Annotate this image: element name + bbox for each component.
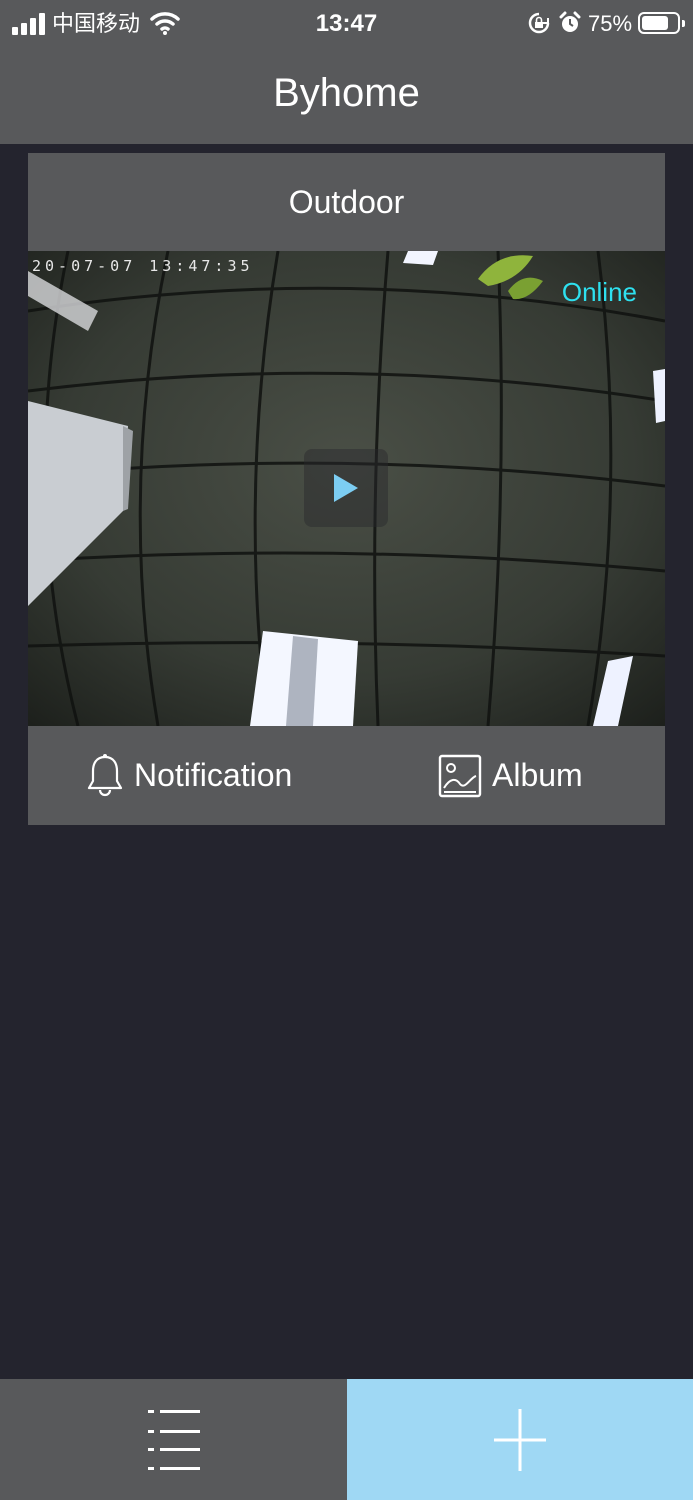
camera-card: Outdoor 20-07-07 13:47:35 Online Notific… <box>28 153 665 825</box>
app-header: 中国移动 13:47 75% Byhome <box>0 0 693 144</box>
status-bar: 中国移动 13:47 75% <box>0 0 693 50</box>
add-device-button[interactable] <box>347 1379 693 1500</box>
video-timestamp: 20-07-07 13:47:35 <box>32 257 254 275</box>
status-badge: Online <box>561 277 637 307</box>
camera-preview[interactable]: 20-07-07 13:47:35 Online <box>28 251 665 726</box>
alarm-icon <box>559 11 581 32</box>
battery-icon <box>638 12 685 34</box>
battery-percent: 75% <box>588 11 633 36</box>
play-icon <box>334 474 358 502</box>
page-title: Byhome <box>273 71 420 115</box>
orientation-lock-icon <box>528 12 550 34</box>
plus-icon <box>494 1408 546 1471</box>
image-icon <box>438 754 482 797</box>
album-button[interactable]: Album <box>438 726 583 825</box>
notification-label: Notification <box>134 757 293 793</box>
notification-button[interactable]: Notification <box>86 726 292 825</box>
tab-device-list[interactable] <box>0 1379 347 1500</box>
play-button[interactable] <box>304 449 388 527</box>
bottom-tab-bar <box>0 1379 693 1500</box>
list-icon <box>147 1409 200 1470</box>
bell-icon <box>87 753 123 796</box>
camera-actions: Notification Album <box>28 726 665 825</box>
album-label: Album <box>492 757 583 793</box>
camera-name[interactable]: Outdoor <box>28 153 665 251</box>
